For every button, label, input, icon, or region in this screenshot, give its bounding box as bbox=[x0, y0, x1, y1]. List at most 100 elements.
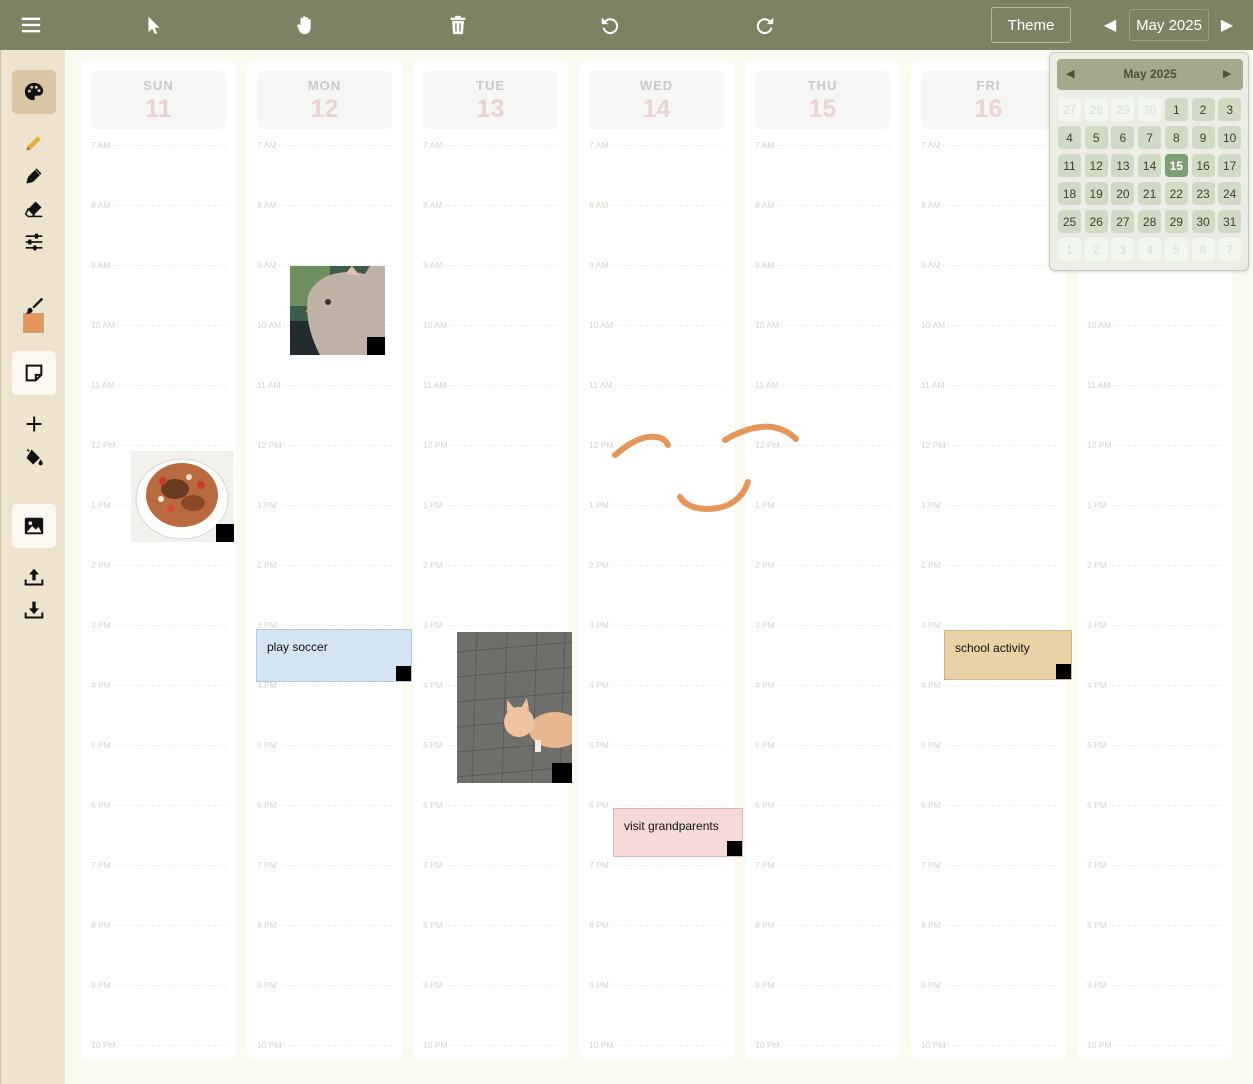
mini-calendar-day[interactable]: 13 bbox=[1111, 154, 1135, 177]
mini-calendar-day[interactable]: 2 bbox=[1084, 238, 1108, 261]
sticky-note-visit-grandparents[interactable]: visit grandparents bbox=[613, 808, 743, 857]
mini-calendar-day[interactable]: 6 bbox=[1111, 126, 1135, 149]
mini-calendar-day[interactable]: 27 bbox=[1111, 210, 1135, 233]
hour-label: 8 AM bbox=[755, 200, 777, 210]
day-number: 16 bbox=[974, 95, 1003, 123]
redo-icon[interactable] bbox=[749, 9, 781, 41]
mini-calendar-day[interactable]: 7 bbox=[1218, 238, 1242, 261]
mini-next-month-button[interactable]: ▶ bbox=[1223, 67, 1231, 80]
brush-icon[interactable] bbox=[20, 292, 48, 320]
sticky-note-school-activity[interactable]: school activity bbox=[944, 630, 1072, 680]
note-text[interactable]: play soccer bbox=[267, 640, 328, 654]
resize-handle[interactable] bbox=[727, 841, 742, 856]
day-column[interactable]: FRI 16 7 AM 8 AM 9 AM 10 AM 11 AM 12 PM 1 PM 2 PM… bbox=[911, 61, 1066, 1059]
mini-calendar-day[interactable]: 28 bbox=[1084, 98, 1108, 121]
mini-calendar-day[interactable]: 1 bbox=[1058, 238, 1081, 261]
cat-photo[interactable] bbox=[290, 266, 385, 355]
mini-calendar-day[interactable]: 4 bbox=[1138, 238, 1162, 261]
mini-calendar-day[interactable]: 5 bbox=[1164, 238, 1188, 261]
palette-icon[interactable] bbox=[12, 70, 56, 114]
food-bowl-photo[interactable] bbox=[131, 451, 234, 542]
highlighter-icon[interactable] bbox=[20, 162, 48, 190]
note-text[interactable]: visit grandparents bbox=[624, 819, 719, 833]
mini-calendar-day[interactable]: 16 bbox=[1191, 154, 1215, 177]
hour-label: 10 PM bbox=[921, 1040, 948, 1050]
mini-calendar-day[interactable]: 9 bbox=[1191, 126, 1215, 149]
mini-calendar-day[interactable]: 20 bbox=[1111, 182, 1135, 205]
day-column[interactable]: TUE 13 7 AM 8 AM 9 AM 10 AM 11 AM 12 PM 1 PM 2 PM… bbox=[413, 61, 568, 1059]
upload-icon[interactable] bbox=[20, 563, 48, 591]
mini-calendar-day[interactable]: 4 bbox=[1058, 126, 1081, 149]
hand-icon[interactable] bbox=[289, 9, 321, 41]
freehand-drawing[interactable] bbox=[600, 415, 810, 525]
resize-handle[interactable] bbox=[367, 337, 385, 355]
mini-calendar-day[interactable]: 29 bbox=[1111, 98, 1135, 121]
month-selector[interactable]: May 2025 bbox=[1129, 9, 1209, 41]
mini-calendar-day[interactable]: 3 bbox=[1218, 98, 1242, 121]
image-icon[interactable] bbox=[12, 504, 56, 548]
day-column[interactable]: THU 15 7 AM 8 AM 9 AM 10 AM 11 AM 12 PM 1 PM 2 PM… bbox=[745, 61, 900, 1059]
mini-calendar-day[interactable]: 30 bbox=[1138, 98, 1162, 121]
mini-calendar-day[interactable]: 15 bbox=[1164, 154, 1188, 177]
undo-icon[interactable] bbox=[594, 9, 626, 41]
resize-handle[interactable] bbox=[1056, 664, 1071, 679]
orange-cat-photo[interactable] bbox=[457, 632, 572, 783]
mini-prev-month-button[interactable]: ◀ bbox=[1066, 67, 1074, 80]
hour-label: 10 AM bbox=[755, 320, 782, 330]
pointer-icon[interactable] bbox=[138, 9, 170, 41]
mini-calendar-day[interactable]: 22 bbox=[1164, 182, 1188, 205]
hour-label: 7 AM bbox=[257, 140, 279, 150]
mini-calendar-day[interactable]: 19 bbox=[1084, 182, 1108, 205]
prev-month-button[interactable]: ◀ bbox=[1101, 14, 1119, 36]
mini-calendar-day[interactable]: 1 bbox=[1164, 98, 1188, 121]
day-column[interactable]: MON 12 7 AM 8 AM 9 AM 10 AM 11 AM 12 PM 1 PM 2 PM… bbox=[247, 61, 402, 1059]
theme-button[interactable]: Theme bbox=[991, 7, 1071, 43]
mini-calendar-day[interactable]: 30 bbox=[1191, 210, 1215, 233]
mini-calendar-day[interactable]: 18 bbox=[1058, 182, 1081, 205]
hour-label: 7 AM bbox=[423, 140, 445, 150]
mini-calendar-day[interactable]: 11 bbox=[1058, 154, 1081, 177]
mini-calendar-day[interactable]: 8 bbox=[1164, 126, 1188, 149]
mini-calendar-day[interactable]: 21 bbox=[1138, 182, 1162, 205]
mini-calendar-day[interactable]: 31 bbox=[1218, 210, 1242, 233]
hour-label: 4 PM bbox=[1087, 680, 1109, 690]
mini-calendar-day[interactable]: 12 bbox=[1084, 154, 1108, 177]
trash-icon[interactable] bbox=[442, 9, 474, 41]
resize-handle[interactable] bbox=[552, 763, 572, 783]
plus-icon[interactable] bbox=[20, 410, 48, 438]
hour-label: 8 PM bbox=[91, 920, 113, 930]
mini-calendar-day[interactable]: 3 bbox=[1111, 238, 1135, 261]
mini-calendar-day[interactable]: 28 bbox=[1138, 210, 1162, 233]
mini-calendar-day[interactable]: 10 bbox=[1218, 126, 1242, 149]
sticky-note-icon[interactable] bbox=[12, 351, 56, 395]
hour-label: 2 PM bbox=[257, 560, 279, 570]
mini-calendar-day[interactable]: 25 bbox=[1058, 210, 1081, 233]
menu-icon[interactable] bbox=[15, 9, 47, 41]
sliders-icon[interactable] bbox=[20, 228, 48, 256]
note-text[interactable]: school activity bbox=[955, 641, 1030, 655]
eraser-icon[interactable] bbox=[20, 195, 48, 223]
mini-calendar-day[interactable]: 6 bbox=[1191, 238, 1215, 261]
sticky-note-play-soccer[interactable]: play soccer bbox=[256, 629, 412, 682]
mini-calendar-day[interactable]: 14 bbox=[1138, 154, 1162, 177]
hour-label: 8 AM bbox=[423, 200, 445, 210]
mini-calendar-day[interactable]: 26 bbox=[1084, 210, 1108, 233]
hour-label: 10 AM bbox=[257, 320, 284, 330]
day-column[interactable]: WED 14 7 AM 8 AM 9 AM 10 AM 11 AM 12 PM 1 PM 2 PM… bbox=[579, 61, 734, 1059]
paint-bucket-icon[interactable] bbox=[20, 443, 48, 471]
mini-calendar-day[interactable]: 17 bbox=[1218, 154, 1242, 177]
mini-calendar-day[interactable]: 29 bbox=[1164, 210, 1188, 233]
resize-handle[interactable] bbox=[396, 666, 411, 681]
resize-handle[interactable] bbox=[216, 524, 234, 542]
day-column[interactable]: SUN 11 7 AM 8 AM 9 AM 10 AM 11 AM 12 PM 1 PM 2 PM… bbox=[81, 61, 236, 1059]
pencil-icon[interactable] bbox=[20, 129, 48, 157]
download-icon[interactable] bbox=[20, 596, 48, 624]
next-month-button[interactable]: ▶ bbox=[1218, 14, 1236, 36]
mini-calendar-day[interactable]: 2 bbox=[1191, 98, 1215, 121]
mini-calendar-day[interactable]: 5 bbox=[1084, 126, 1108, 149]
mini-calendar-day[interactable]: 24 bbox=[1218, 182, 1242, 205]
hour-label: 3 PM bbox=[589, 620, 611, 630]
mini-calendar-day[interactable]: 27 bbox=[1058, 98, 1081, 121]
mini-calendar-day[interactable]: 7 bbox=[1138, 126, 1162, 149]
mini-calendar-day[interactable]: 23 bbox=[1191, 182, 1215, 205]
